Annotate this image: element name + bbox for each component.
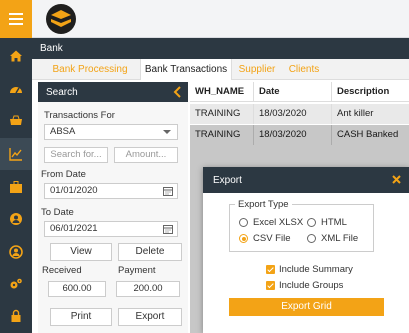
nav-cart[interactable] [0, 106, 32, 138]
xml-file-label[interactable]: XML File [321, 233, 358, 244]
chevron-left-icon[interactable] [172, 86, 182, 98]
chart-icon [9, 148, 22, 161]
nav-account[interactable] [0, 236, 32, 268]
column-header[interactable]: Description [332, 82, 409, 102]
calendar-icon[interactable] [163, 224, 173, 234]
nav-lock[interactable] [0, 300, 32, 332]
to-date-label: To Date [41, 207, 74, 218]
include-groups-label[interactable]: Include Groups [279, 280, 343, 291]
tab-supplier[interactable]: Supplier [234, 59, 280, 80]
html-label[interactable]: HTML [321, 217, 347, 228]
include-summary-checkbox[interactable] [266, 265, 275, 274]
radio-html[interactable] [307, 218, 316, 227]
received-label: Received [42, 265, 82, 276]
table-cell: Ant killer [337, 108, 374, 119]
export-dialog: Export Export Type Excel XLSX HTML CSV F… [203, 167, 409, 333]
received-value: 600.00 [48, 281, 106, 297]
user-circle-icon [10, 213, 22, 225]
close-icon[interactable] [392, 175, 401, 184]
tab-bank-processing[interactable]: Bank Processing [40, 59, 140, 80]
payment-value: 200.00 [116, 281, 180, 297]
transactions-for-value: ABSA [50, 126, 76, 137]
account-icon [9, 245, 23, 259]
delete-button[interactable]: Delete [118, 243, 182, 261]
export-dialog-header: Export [203, 167, 409, 193]
menu-icon[interactable] [0, 0, 32, 38]
nav-home[interactable] [0, 40, 32, 72]
nav-briefcase[interactable] [0, 171, 32, 203]
search-panel-title: Search [46, 87, 78, 98]
amount-input[interactable]: Amount... [114, 147, 178, 163]
left-nav [0, 38, 32, 333]
top-bar [0, 0, 409, 38]
nav-reports[interactable] [0, 138, 32, 170]
radio-xml-file[interactable] [307, 234, 316, 243]
lock-icon [11, 309, 21, 322]
print-button[interactable]: Print [50, 308, 112, 326]
view-button[interactable]: View [50, 243, 112, 261]
include-summary-label[interactable]: Include Summary [279, 264, 353, 275]
grid-header: WH_NAME Date Description [190, 82, 409, 102]
radio-excel-xlsx[interactable] [239, 218, 248, 227]
tab-bank-transactions[interactable]: Bank Transactions [140, 59, 232, 80]
table-row[interactable]: TRAINING 18/03/2020 Ant killer [190, 104, 409, 124]
search-panel-header: Search [38, 82, 188, 102]
search-for-input[interactable]: Search for... [44, 147, 108, 163]
calendar-icon[interactable] [163, 186, 173, 196]
section-title: Bank [40, 43, 63, 54]
to-date-value: 06/01/2021 [50, 223, 98, 234]
transactions-for-select[interactable]: ABSA [44, 124, 178, 140]
column-header[interactable]: Date [254, 82, 332, 102]
from-date-label: From Date [41, 169, 86, 180]
to-date-field[interactable]: 06/01/2021 [44, 221, 178, 237]
tab-clients[interactable]: Clients [284, 59, 324, 80]
export-type-legend: Export Type [235, 199, 292, 210]
section-header: Bank [32, 38, 409, 59]
table-cell: TRAINING [190, 104, 254, 124]
include-groups-checkbox[interactable] [266, 281, 275, 290]
export-grid-button[interactable]: Export Grid [229, 298, 384, 316]
transactions-for-label: Transactions For [44, 110, 115, 121]
radio-csv-file[interactable] [239, 234, 248, 243]
nav-user[interactable] [0, 203, 32, 235]
csv-file-label[interactable]: CSV File [253, 233, 290, 244]
export-dialog-title: Export [213, 175, 242, 186]
nav-settings[interactable] [0, 268, 32, 300]
export-type-group [229, 204, 374, 252]
from-date-value: 01/01/2020 [50, 185, 98, 196]
chevron-down-icon [163, 130, 171, 134]
briefcase-icon [10, 181, 22, 193]
tab-bar: Bank Processing Bank Transactions Suppli… [32, 59, 409, 80]
home-icon [10, 50, 22, 62]
cart-icon [10, 115, 22, 125]
excel-xlsx-label[interactable]: Excel XLSX [253, 217, 303, 228]
payment-label: Payment [118, 265, 156, 276]
logo-icon [46, 4, 76, 34]
from-date-field[interactable]: 01/01/2020 [44, 183, 178, 199]
cogs-icon [10, 278, 22, 289]
export-button[interactable]: Export [118, 308, 182, 326]
table-cell: 18/03/2020 [254, 104, 332, 124]
dashboard-icon [10, 87, 22, 94]
column-header[interactable]: WH_NAME [190, 82, 254, 102]
search-panel: Search Transactions For ABSA Search for.… [38, 82, 188, 333]
nav-dashboard[interactable] [0, 74, 32, 106]
